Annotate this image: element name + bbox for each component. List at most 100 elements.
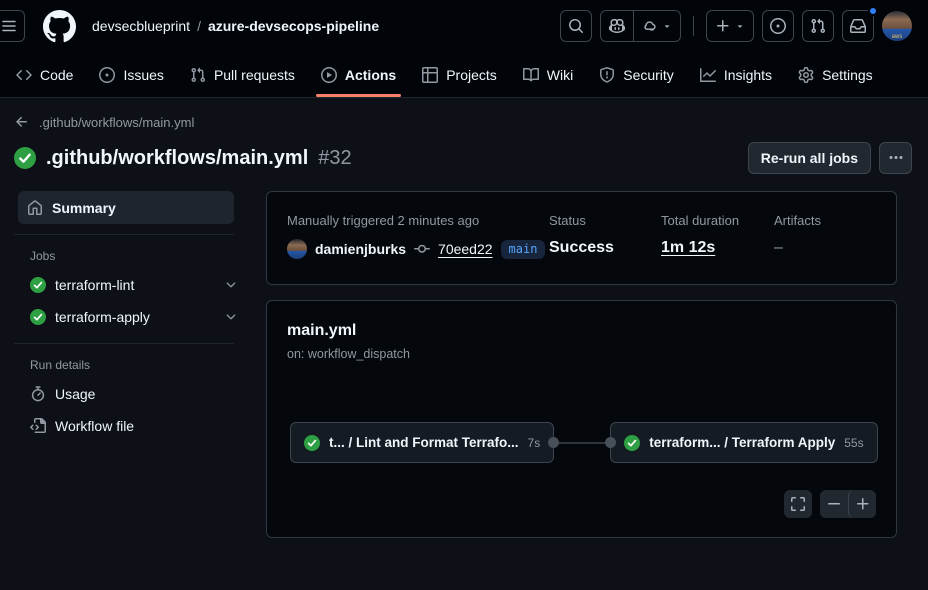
repo-tab-bar: Code Issues Pull requests Actions Projec… bbox=[0, 52, 928, 98]
job-name: terraform-apply bbox=[55, 309, 150, 325]
shield-icon bbox=[599, 67, 615, 83]
actor-link[interactable]: damienjburks bbox=[315, 241, 406, 257]
artifacts-label: Artifacts bbox=[774, 213, 821, 228]
repo-breadcrumb: devsecblueprint / azure-devsecops-pipeli… bbox=[92, 18, 379, 34]
success-check-icon bbox=[624, 435, 640, 451]
copilot-icon bbox=[609, 18, 625, 34]
actor-avatar[interactable] bbox=[287, 239, 307, 259]
sidebar-item-workflow-file[interactable]: Workflow file bbox=[14, 410, 250, 442]
tab-issues[interactable]: Issues bbox=[91, 52, 171, 97]
copilot-button[interactable] bbox=[601, 11, 633, 41]
tab-projects[interactable]: Projects bbox=[414, 52, 505, 97]
repo-link[interactable]: azure-devsecops-pipeline bbox=[208, 18, 379, 34]
tab-label: Issues bbox=[123, 67, 163, 83]
fullscreen-button[interactable] bbox=[784, 490, 812, 518]
run-actions: Re-run all jobs bbox=[748, 142, 912, 174]
run-sidebar: Summary Jobs terraform-lint terraform-ap… bbox=[14, 191, 250, 442]
code-icon bbox=[16, 67, 32, 83]
workflow-graph: t... / Lint and Format Terrafo... 7s ter… bbox=[290, 422, 878, 463]
sidebar-job-terraform-apply[interactable]: terraform-apply bbox=[14, 301, 250, 333]
sidebar-item-usage[interactable]: Usage bbox=[14, 378, 250, 410]
tab-label: Actions bbox=[345, 67, 396, 83]
run-details-heading: Run details bbox=[14, 354, 250, 378]
tab-label: Security bbox=[623, 67, 674, 83]
github-logo[interactable] bbox=[43, 10, 76, 43]
sidebar-item-summary[interactable]: Summary bbox=[18, 191, 234, 224]
duration-column: Total duration 1m 12s bbox=[661, 213, 774, 259]
avatar-shirt-text: aws bbox=[892, 33, 903, 41]
branch-badge[interactable]: main bbox=[501, 240, 546, 259]
tab-pull-requests[interactable]: Pull requests bbox=[182, 52, 303, 97]
plus-icon bbox=[855, 496, 871, 512]
tab-label: Wiki bbox=[547, 67, 573, 83]
sidebar-divider bbox=[14, 234, 234, 235]
run-body: Summary Jobs terraform-lint terraform-ap… bbox=[14, 191, 912, 538]
header-divider bbox=[693, 16, 694, 36]
artifacts-value: – bbox=[774, 239, 821, 257]
trigger-row: damienjburks 70eed22 main bbox=[287, 239, 549, 259]
graph-controls bbox=[784, 490, 876, 518]
status-label: Status bbox=[549, 213, 661, 228]
zoom-in-button[interactable] bbox=[848, 490, 876, 518]
tab-settings[interactable]: Settings bbox=[790, 52, 881, 97]
success-check-icon bbox=[14, 147, 36, 169]
workflow-graph-card: main.yml on: workflow_dispatch t... / Li… bbox=[266, 300, 897, 538]
run-number: #32 bbox=[318, 147, 351, 170]
tab-code[interactable]: Code bbox=[8, 52, 81, 97]
chevron-down-icon bbox=[735, 21, 745, 31]
git-commit-icon bbox=[414, 241, 430, 257]
duration-value-link[interactable]: 1m 12s bbox=[661, 239, 715, 256]
job-name: terraform-lint bbox=[55, 277, 134, 293]
tab-actions[interactable]: Actions bbox=[313, 52, 404, 97]
tab-label: Projects bbox=[446, 67, 497, 83]
job-node-terraform-lint[interactable]: t... / Lint and Format Terrafo... 7s bbox=[290, 422, 554, 463]
run-title-row: .github/workflows/main.yml #32 Re-run al… bbox=[14, 142, 912, 174]
summary-label: Summary bbox=[52, 200, 116, 216]
detail-label: Usage bbox=[55, 386, 95, 402]
run-options-button[interactable] bbox=[879, 142, 912, 174]
sidebar-job-terraform-lint[interactable]: terraform-lint bbox=[14, 269, 250, 301]
rerun-all-jobs-button[interactable]: Re-run all jobs bbox=[748, 142, 871, 174]
tab-security[interactable]: Security bbox=[591, 52, 682, 97]
search-button[interactable] bbox=[560, 10, 592, 42]
home-icon bbox=[27, 200, 43, 216]
issue-opened-icon bbox=[770, 18, 786, 34]
chevron-down-icon[interactable] bbox=[224, 310, 238, 324]
edge-line bbox=[559, 442, 605, 444]
run-title: .github/workflows/main.yml bbox=[46, 147, 308, 170]
jobs-heading: Jobs bbox=[14, 245, 250, 269]
user-avatar[interactable]: aws bbox=[882, 11, 912, 41]
pull-requests-button[interactable] bbox=[802, 10, 834, 42]
job-node-terraform-apply[interactable]: terraform... / Terraform Apply 55s bbox=[610, 422, 877, 463]
stopwatch-icon bbox=[30, 386, 46, 402]
job-node-duration: 7s bbox=[528, 436, 541, 450]
tab-insights[interactable]: Insights bbox=[692, 52, 780, 97]
trigger-label: Manually triggered 2 minutes ago bbox=[287, 213, 549, 228]
job-node-duration: 55s bbox=[844, 436, 863, 450]
run-header: .github/workflows/main.yml .github/workf… bbox=[0, 98, 928, 538]
graph-icon bbox=[700, 67, 716, 83]
workflow-name: main.yml bbox=[287, 322, 876, 340]
hamburger-menu-button[interactable] bbox=[0, 10, 25, 42]
copilot-button-group bbox=[600, 10, 681, 42]
search-icon bbox=[568, 18, 584, 34]
run-summary-card: Manually triggered 2 minutes ago damienj… bbox=[266, 191, 897, 285]
issues-button[interactable] bbox=[762, 10, 794, 42]
zoom-out-button[interactable] bbox=[820, 490, 848, 518]
workflow-trigger: on: workflow_dispatch bbox=[287, 347, 876, 361]
breadcrumb-separator: / bbox=[197, 18, 201, 34]
back-to-workflow-link[interactable]: .github/workflows/main.yml bbox=[14, 114, 194, 130]
copilot-agents-button[interactable] bbox=[633, 11, 680, 41]
hamburger-icon bbox=[1, 18, 17, 34]
tab-label: Pull requests bbox=[214, 67, 295, 83]
issue-opened-icon bbox=[99, 67, 115, 83]
gear-icon bbox=[798, 67, 814, 83]
tab-wiki[interactable]: Wiki bbox=[515, 52, 581, 97]
commit-link[interactable]: 70eed22 bbox=[438, 241, 493, 257]
create-new-button[interactable] bbox=[706, 10, 754, 42]
success-check-icon bbox=[30, 309, 46, 325]
org-link[interactable]: devsecblueprint bbox=[92, 18, 190, 34]
breadcrumb-label: .github/workflows/main.yml bbox=[39, 115, 194, 130]
minus-icon bbox=[826, 496, 842, 512]
chevron-down-icon[interactable] bbox=[224, 278, 238, 292]
